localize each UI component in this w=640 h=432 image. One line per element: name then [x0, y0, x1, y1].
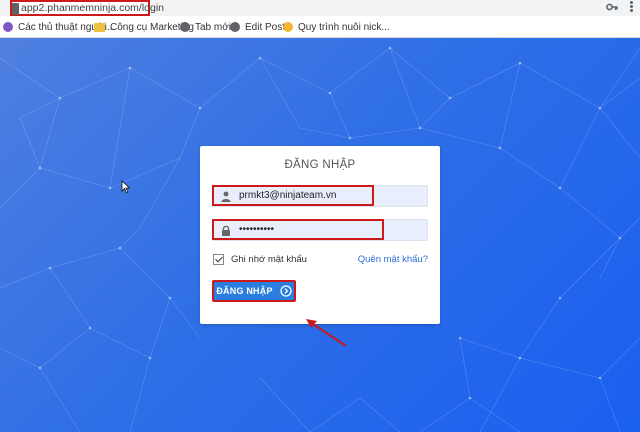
- browser-menu-icon[interactable]: [630, 1, 634, 13]
- mouse-cursor-icon: [121, 180, 131, 194]
- lock-icon: [222, 225, 230, 236]
- remember-checkbox[interactable]: [213, 253, 224, 265]
- address-bar: app2.phanmemninja.com/login: [0, 0, 640, 16]
- user-icon: [221, 191, 231, 202]
- login-title: ĐĂNG NHẬP: [284, 159, 356, 171]
- globe-icon: [230, 22, 240, 32]
- login-button-label: ĐĂNG NHẬP: [216, 286, 273, 296]
- annotation-arrow-icon: [306, 319, 347, 347]
- bookmark-favicon-icon: [283, 22, 293, 32]
- login-button[interactable]: ĐĂNG NHẬP: [212, 280, 296, 302]
- bookmark-label: Tab mới: [195, 21, 232, 33]
- key-icon[interactable]: [606, 2, 618, 12]
- bookmark-item[interactable]: Edit Post: [230, 20, 285, 34]
- bookmark-favicon-icon: [3, 22, 13, 32]
- password-field[interactable]: ••••••••••: [212, 219, 428, 241]
- bookmark-folder[interactable]: Công cụ Marketing: [94, 20, 194, 34]
- bookmark-label: Edit Post: [245, 21, 286, 33]
- login-page-background: ĐĂNG NHẬP prmkt3@ninjateam.vn ••••••••••…: [0, 38, 640, 432]
- globe-icon: [180, 22, 190, 32]
- lock-icon: [12, 3, 19, 15]
- arrow-circle-icon: [280, 285, 292, 297]
- url-text: app2.phanmemninja.com/login: [21, 2, 165, 14]
- login-card: ĐĂNG NHẬP prmkt3@ninjateam.vn ••••••••••…: [200, 146, 440, 324]
- remember-me[interactable]: Ghi nhớ mật khẩu: [213, 252, 307, 266]
- forgot-password-link[interactable]: Quên mật khẩu?: [358, 254, 428, 265]
- bookmarks-bar: Các thủ thuật người... Công cụ Marketing…: [0, 16, 640, 38]
- password-value: ••••••••••: [239, 224, 275, 235]
- bookmark-item[interactable]: Tab mới: [180, 20, 231, 34]
- remember-label: Ghi nhớ mật khẩu: [231, 253, 307, 265]
- bookmark-label: Quy trình nuôi nick...: [298, 21, 390, 33]
- bookmark-item[interactable]: Quy trình nuôi nick...: [283, 20, 390, 34]
- folder-icon: [94, 22, 105, 32]
- url-field[interactable]: app2.phanmemninja.com/login: [10, 0, 164, 16]
- email-value: prmkt3@ninjateam.vn: [239, 190, 337, 201]
- email-field[interactable]: prmkt3@ninjateam.vn: [212, 185, 428, 207]
